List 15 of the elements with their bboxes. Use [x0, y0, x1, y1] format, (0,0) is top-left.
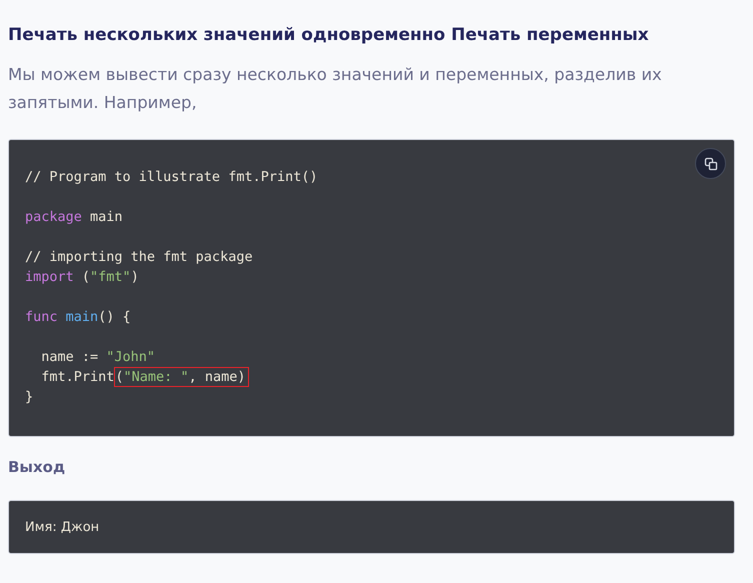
code-text: func main() {	[25, 308, 131, 327]
code-text: // importing the fmt package	[25, 248, 253, 267]
code-text: import ("fmt")	[25, 268, 139, 287]
intro-paragraph: Мы можем вывести сразу несколько значений и переменных, разделив их запятыми. Например,	[8, 64, 663, 114]
code-text: // Program to illustrate fmt.Print()	[25, 168, 318, 187]
section-heading: Печать нескольких значений одновременно Печать переменных	[8, 24, 650, 46]
highlight-box: ("Name: ", name)	[114, 367, 250, 387]
copy-button[interactable]	[695, 148, 726, 179]
output-heading: Выход	[8, 457, 66, 477]
output-text: Имя: Джон	[25, 520, 100, 534]
code-text: name := "John"	[40, 348, 156, 367]
code-text: fmt.Print	[40, 368, 114, 387]
copy-icon	[704, 156, 718, 170]
code-text: package main	[25, 208, 123, 227]
code-text: }	[25, 388, 34, 407]
